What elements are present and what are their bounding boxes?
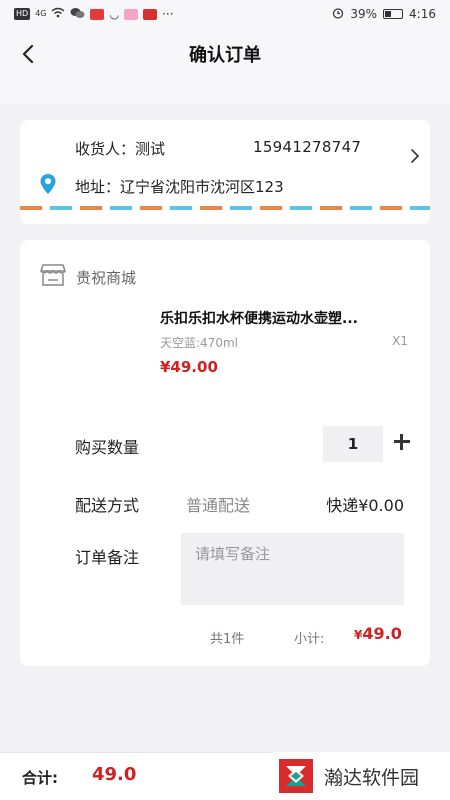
page-title: 确认订单 [189,45,261,66]
status-left: HD 4G ◡ ··· [14,7,174,22]
order-card: 贵祝商城 乐扣乐扣水杯便携运动水壶塑... 天空蓝:470ml X1 ¥49.0… [20,240,430,666]
subtotal-amount: 49.0 [362,624,402,643]
battery-percent: 39% [350,7,378,21]
address-value: 辽宁省沈阳市沈河区123 [120,178,284,196]
item-count: 共1件 [210,632,245,647]
chevron-right-icon[interactable] [410,148,420,168]
quantity-input[interactable]: 1 [323,426,383,462]
recipient-name: 测试 [135,140,166,158]
location-pin-icon [40,174,56,198]
product-quantity: X1 [392,334,408,348]
signal-indicator: 4G [35,9,47,18]
more-icon: ··· [162,7,174,21]
remark-input[interactable] [181,533,404,605]
shop-row[interactable]: 贵祝商城 [40,264,136,290]
hd-indicator: HD [14,8,31,20]
address-label: 地址： [75,178,121,196]
app-icon-red2 [143,8,158,20]
store-icon [40,264,66,290]
delivery-fee: 快递¥0.00 [326,496,404,515]
product-price: ¥49.00 [160,358,218,376]
status-bar: HD 4G ◡ ··· 39% 4:16 [0,0,450,28]
delivery-method-select[interactable]: 普通配送 [186,492,250,516]
watermark-logo-icon [276,756,316,796]
delivery-label: 配送方式 [75,496,140,515]
app-icon-red [90,8,105,20]
remark-label: 订单备注 [75,548,140,567]
recipient-phone: 15941278747 [253,138,362,156]
total-label: 合计: [22,769,58,787]
back-button[interactable] [14,40,42,68]
status-right: 39% 4:16 [332,7,436,22]
subtotal-value: ¥49.0 [354,624,402,643]
shop-name: 贵祝商城 [76,268,137,287]
chevron-left-icon [22,44,34,64]
wechat-icon [70,7,85,22]
nav-bar: 确认订单 [0,28,450,104]
clock: 4:16 [409,7,436,21]
recipient-row: 收货人： 测试 [75,138,165,159]
address-card[interactable]: 收货人： 测试 15941278747 地址：辽宁省沈阳市沈河区123 [20,120,430,224]
battery-icon [383,9,404,19]
watermark: 瀚达软件园 [272,752,450,800]
wifi-icon [51,7,65,21]
recipient-label: 收货人： [75,140,136,158]
subtotal-label: 小计: [294,632,325,647]
address-row: 地址：辽宁省沈阳市沈河区123 [75,176,284,197]
alarm-icon [332,7,344,22]
total-value: 49.0 [92,764,137,785]
quantity-label: 购买数量 [75,438,140,457]
app-icon-face: ◡ [109,7,120,21]
address-stripe-divider [20,206,430,210]
watermark-text: 瀚达软件园 [324,766,420,789]
product-name[interactable]: 乐扣乐扣水杯便携运动水壶塑... [160,308,410,328]
plus-icon[interactable] [392,432,412,452]
app-icon-pink [124,8,139,20]
product-spec: 天空蓝:470ml [160,336,238,350]
